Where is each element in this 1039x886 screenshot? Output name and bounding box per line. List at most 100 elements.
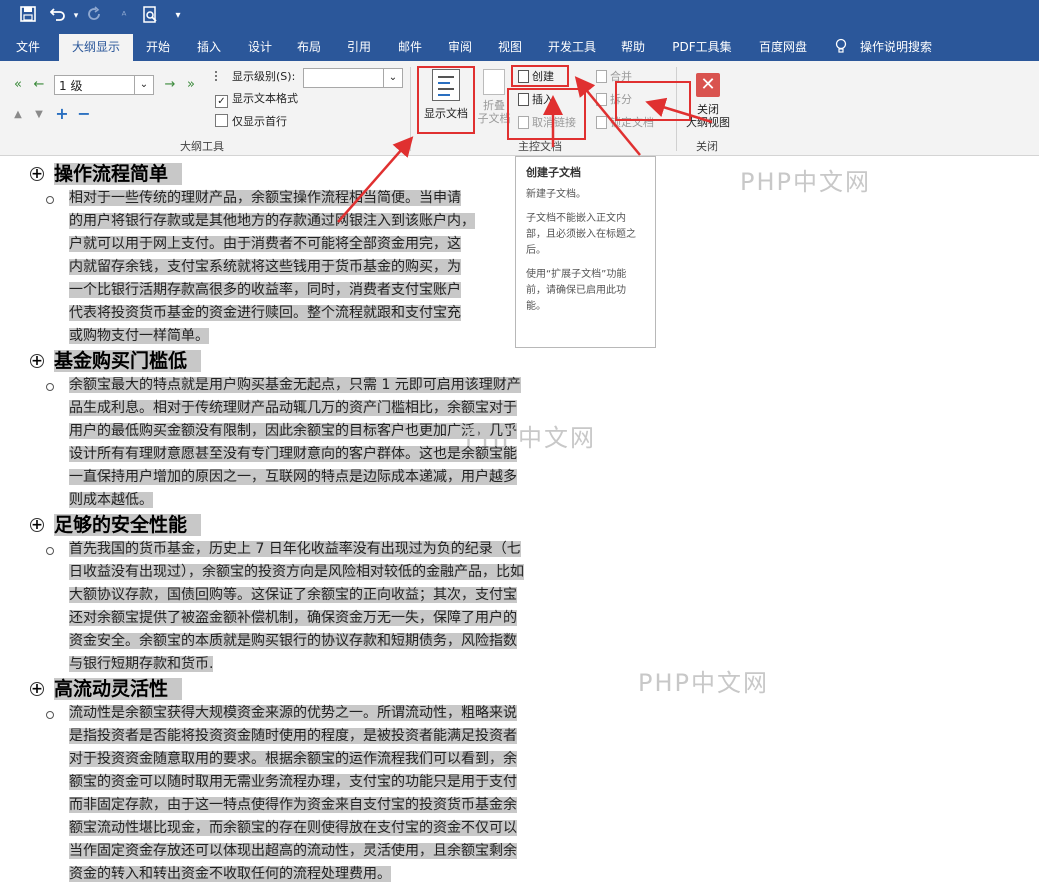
tab-file[interactable]: 文件: [6, 34, 50, 61]
heading-text: 基金购买门槛低: [54, 350, 202, 372]
paragraph-line: 品生成利息。相对于传统理财产品动辄几万的资产门槛相比，余额宝对于: [69, 400, 517, 416]
show-level-icon: [215, 71, 229, 81]
save-icon[interactable]: [18, 6, 38, 26]
chevron-down-icon[interactable]: ⌄: [134, 76, 153, 94]
heading-text: 足够的安全性能: [54, 514, 202, 536]
outline-level-value: 1 级: [59, 79, 83, 93]
tell-me-search[interactable]: 操作说明搜索: [854, 34, 938, 61]
format-painter-icon[interactable]: ᴬ: [114, 6, 134, 26]
tab-help[interactable]: 帮助: [613, 34, 653, 61]
lightbulb-icon: [832, 34, 850, 61]
show-level-select[interactable]: ⌄: [303, 68, 403, 88]
tab-view[interactable]: 视图: [490, 34, 530, 61]
expand-heading-icon[interactable]: +: [30, 518, 44, 532]
collapse-subdocuments-icon: [483, 69, 505, 95]
watermark: PHP中文网: [740, 168, 871, 196]
close-group-label: 关闭: [696, 140, 718, 153]
show-first-line-label: 仅显示首行: [232, 115, 287, 128]
tab-review[interactable]: 审阅: [440, 34, 480, 61]
tab-developer[interactable]: 开发工具: [540, 34, 604, 61]
paragraph-line: 余额宝最大的特点就是用户购买基金无起点，只需 1 元即可启用该理财产: [69, 377, 521, 393]
tab-layout[interactable]: 布局: [289, 34, 329, 61]
outline-heading[interactable]: + 高流动灵活性: [30, 677, 183, 701]
show-level-label: 显示级别(S):: [215, 70, 295, 84]
paragraph-line: 首先我国的货币基金，历史上 7 日年化收益率没有出现过为负的纪录（七: [69, 541, 521, 557]
group-divider: [410, 67, 411, 151]
heading-text: 高流动灵活性: [54, 678, 183, 700]
tooltip-line: 子文档不能嵌入正文内部，且必须嵌入在标题之后。: [526, 213, 636, 256]
body-bullet-icon: [46, 383, 54, 391]
demote-to-body-icon[interactable]: »: [183, 77, 199, 93]
paragraph-line: 户就可以用于网上支付。由于消费者不可能将全部资金用完，这: [69, 236, 461, 252]
expand-heading-icon[interactable]: +: [30, 354, 44, 368]
tab-baidu-netdisk[interactable]: 百度网盘: [750, 34, 816, 61]
tab-references[interactable]: 引用: [339, 34, 379, 61]
tab-design[interactable]: 设计: [240, 34, 280, 61]
promote-icon[interactable]: ←: [31, 77, 47, 93]
outline-heading[interactable]: + 操作流程简单: [30, 162, 183, 186]
tooltip-line: 新建子文档。: [526, 189, 586, 200]
demote-icon[interactable]: →: [162, 77, 178, 93]
paragraph-line: 或购物支付一样简单。: [69, 328, 209, 344]
paragraph-line: 流动性是余额宝获得大规模资金来源的优势之一。所谓流动性，粗略来说: [69, 705, 517, 721]
create-subdocument-tooltip: 创建子文档 新建子文档。 子文档不能嵌入正文内部，且必须嵌入在标题之后。 使用“…: [515, 156, 656, 348]
ribbon-panel: « ← 1 级 ⌄ → » ▲ ▼ + − 显示级别(S): ⌄ ✓ 显示文本格式…: [0, 61, 1039, 156]
lock-icon: [596, 116, 607, 129]
annotation-box-create: [511, 65, 569, 87]
outline-tools-group-label: 大纲工具: [180, 140, 224, 153]
paragraph-line: 当作固定资金存放还可以体现出超高的流动性，灵活使用，且余额宝剩余: [69, 843, 517, 859]
collapse-icon[interactable]: −: [76, 106, 92, 122]
show-text-format-checkbox[interactable]: ✓ 显示文本格式: [215, 92, 298, 108]
master-document-group-label: 主控文档: [518, 140, 562, 153]
expand-icon[interactable]: +: [54, 106, 70, 122]
expand-heading-icon[interactable]: +: [30, 682, 44, 696]
paragraph-line: 对于投资资金随意取用的要求。根据余额宝的运作流程我们可以看到，余: [69, 751, 517, 767]
chevron-down-icon[interactable]: ⌄: [383, 69, 402, 87]
undo-dropdown-icon[interactable]: ▾: [66, 6, 86, 26]
paragraph-line: 是指投资者是否能将投资资金随时使用的程度，是被投资者能满足投资者: [69, 728, 517, 744]
tab-mailings[interactable]: 邮件: [390, 34, 430, 61]
tab-insert[interactable]: 插入: [189, 34, 229, 61]
paragraph-line: 资金安全。余额宝的本质就是购买银行的协议存款和短期债务，风险指数: [69, 633, 517, 649]
paragraph-line: 则成本越低。: [69, 492, 153, 508]
paragraph-line: 还对余额宝提供了被盗金额补偿机制，确保资金万无一失，保障了用户的: [69, 610, 517, 626]
tab-outline[interactable]: 大纲显示: [59, 34, 133, 61]
body-paragraph[interactable]: 首先我国的货币基金，历史上 7 日年化收益率没有出现过为负的纪录（七 日收益没有…: [69, 538, 581, 676]
annotation-box-insert: [507, 88, 586, 140]
print-preview-icon[interactable]: [140, 6, 160, 26]
move-up-icon[interactable]: ▲: [10, 107, 26, 123]
tooltip-title: 创建子文档: [526, 166, 581, 179]
outline-heading[interactable]: + 基金购买门槛低: [30, 349, 202, 373]
close-icon: ✕: [696, 73, 720, 97]
merge-icon: [596, 70, 607, 83]
heading-text: 操作流程简单: [54, 163, 183, 185]
body-paragraph[interactable]: 流动性是余额宝获得大规模资金来源的优势之一。所谓流动性，粗略来说 是指投资者是否…: [69, 702, 581, 886]
checkbox-empty-icon[interactable]: [215, 114, 228, 127]
tooltip-line: 使用“扩展子文档”功能前，请确保已启用此功能。: [526, 269, 627, 312]
checkmark-icon[interactable]: ✓: [215, 95, 228, 108]
paragraph-line: 的用户将银行存款或是其他地方的存款通过网银注入到该账户内，: [69, 213, 475, 229]
redo-icon[interactable]: [84, 6, 104, 26]
promote-to-heading1-icon[interactable]: «: [10, 77, 26, 93]
watermark: PHP中文网: [465, 424, 596, 452]
paragraph-line: 日收益没有出现过），余额宝的投资方向是风险相对较低的金融产品，比如: [69, 564, 524, 580]
tab-pdf-tools[interactable]: PDF工具集: [664, 34, 740, 61]
paragraph-line: 额宝流动性堪比现金，而余额宝的存在则使得放在支付宝的资金不仅可以: [69, 820, 517, 836]
paragraph-line: 一个比银行活期存款高很多的收益率，同时，消费者支付宝账户: [69, 282, 461, 298]
annotation-box-split: [615, 81, 691, 121]
tab-home[interactable]: 开始: [138, 34, 178, 61]
body-paragraph[interactable]: 相对于一些传统的理财产品，余额宝操作流程相当简便。当申请 的用户将银行存款或是其…: [69, 187, 581, 348]
undo-icon[interactable]: [48, 6, 68, 26]
body-bullet-icon: [46, 196, 54, 204]
ribbon-tabs: 文件 大纲显示 开始 插入 设计 布局 引用 邮件 审阅 视图 开发工具 帮助 …: [0, 34, 1039, 61]
outline-heading[interactable]: + 足够的安全性能: [30, 513, 202, 537]
body-bullet-icon: [46, 711, 54, 719]
outline-level-select[interactable]: 1 级 ⌄: [54, 75, 154, 95]
expand-heading-icon[interactable]: +: [30, 167, 44, 181]
paragraph-line: 一直保持用户增加的原因之一，互联网的特点是边际成本递减，用户越多: [69, 469, 517, 485]
show-text-format-label: 显示文本格式: [232, 92, 298, 105]
customize-qat-icon[interactable]: ▾: [168, 6, 188, 26]
move-down-icon[interactable]: ▼: [31, 107, 47, 123]
show-first-line-checkbox[interactable]: 仅显示首行: [215, 114, 287, 129]
paragraph-line: 而非固定存款，由于这一特点使得作为资金来自支付宝的投资货币基金余: [69, 797, 517, 813]
